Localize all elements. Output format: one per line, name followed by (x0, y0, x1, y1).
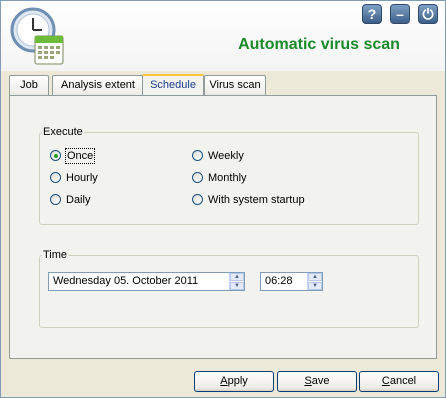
radio-button[interactable] (192, 172, 203, 183)
cancel-label: ancel (389, 375, 417, 387)
schedule-panel: Execute Once Hourly Daily Weekly Monthly… (9, 95, 437, 359)
radio-button[interactable] (50, 194, 61, 205)
apply-button[interactable]: Apply (194, 371, 274, 392)
date-spinner[interactable]: ▲ ▼ (229, 273, 244, 290)
spin-down-icon[interactable]: ▼ (308, 282, 322, 290)
calendar-clock-icon (9, 6, 67, 68)
save-button[interactable]: Save (277, 371, 357, 392)
radio-label: With system startup (208, 194, 305, 206)
spin-down-icon[interactable]: ▼ (230, 282, 244, 290)
help-icon[interactable]: ? (362, 4, 382, 24)
radio-label: Once (64, 148, 96, 164)
minimize-icon[interactable]: – (390, 4, 410, 24)
tab-job[interactable]: Job (9, 75, 49, 95)
radio-label: Hourly (66, 172, 98, 184)
header: Automatic virus scan ? – ⏻ (1, 1, 445, 71)
execute-legend: Execute (43, 126, 83, 138)
cancel-mnemonic: C (381, 375, 390, 387)
radio-button[interactable] (192, 194, 203, 205)
radio-button[interactable] (50, 150, 61, 161)
radio-label: Daily (66, 194, 91, 206)
radio-label: Monthly (208, 172, 247, 184)
apply-label: pply (227, 375, 248, 387)
time-picker[interactable]: 06:28 ▲ ▼ (260, 272, 323, 291)
power-icon[interactable]: ⏻ (418, 4, 438, 24)
window: Automatic virus scan ? – ⏻ Job Analysis … (0, 0, 446, 398)
date-value: Wednesday 05. October 2011 (53, 275, 199, 287)
radio-label: Weekly (208, 150, 244, 162)
spin-up-icon[interactable]: ▲ (308, 273, 322, 281)
tab-virus-scan[interactable]: Virus scan (204, 75, 266, 95)
window-title: Automatic virus scan (238, 36, 400, 53)
tab-analysis-extent[interactable]: Analysis extent (52, 75, 144, 95)
time-legend: Time (43, 249, 68, 261)
date-picker[interactable]: Wednesday 05. October 2011 ▲ ▼ (48, 272, 245, 291)
save-label: ave (311, 375, 330, 387)
tab-schedule[interactable]: Schedule (142, 74, 204, 96)
apply-mnemonic: A (220, 375, 228, 387)
radio-button[interactable] (192, 150, 203, 161)
time-value: 06:28 (265, 275, 293, 287)
cancel-button[interactable]: Cancel (359, 371, 439, 392)
radio-button[interactable] (50, 172, 61, 183)
spin-up-icon[interactable]: ▲ (230, 273, 244, 281)
save-mnemonic: S (304, 375, 312, 387)
time-spinner[interactable]: ▲ ▼ (307, 273, 322, 290)
